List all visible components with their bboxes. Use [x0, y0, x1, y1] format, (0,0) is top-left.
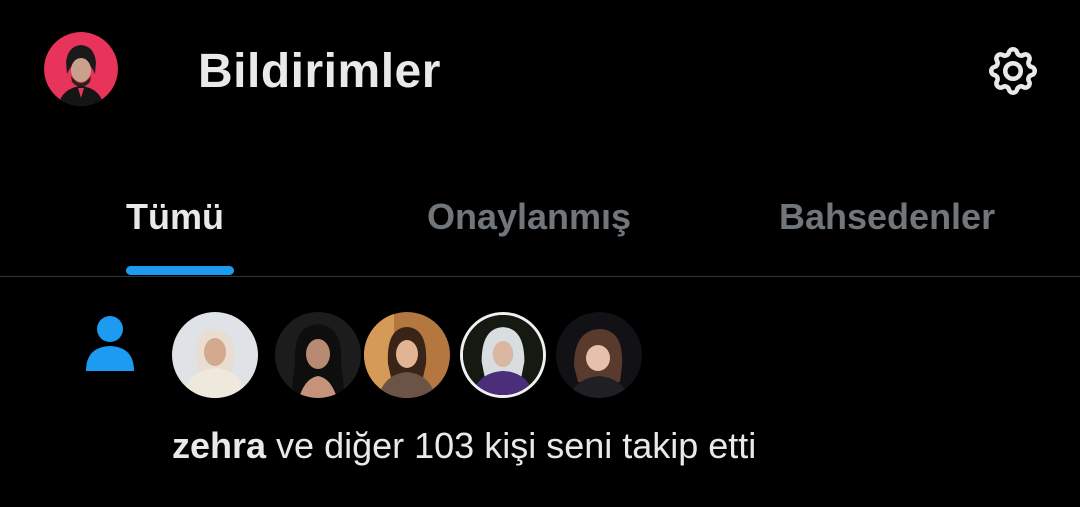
tab-mentions[interactable]: Bahsedenler — [779, 196, 995, 238]
tab-verified[interactable]: Onaylanmış — [427, 196, 631, 238]
header: Bildirimler — [0, 0, 1080, 150]
follower-avatar[interactable] — [172, 312, 258, 398]
page-title: Bildirimler — [198, 45, 441, 98]
follower-avatar[interactable] — [364, 312, 450, 398]
follower-avatar[interactable] — [556, 312, 642, 398]
follower-avatar[interactable] — [460, 312, 546, 398]
username[interactable]: zehra — [172, 425, 266, 466]
notification-message: ve diğer 103 kişi seni takip etti — [266, 425, 757, 466]
follower-avatar[interactable] — [275, 312, 361, 398]
tab-all[interactable]: Tümü — [126, 196, 224, 238]
notification-item[interactable]: zehra ve diğer 103 kişi seni takip etti — [0, 277, 1080, 507]
person-icon — [86, 316, 134, 371]
settings-button[interactable] — [980, 38, 1046, 104]
profile-avatar[interactable] — [44, 32, 118, 106]
active-tab-indicator — [126, 266, 234, 275]
gear-icon — [988, 46, 1038, 96]
tab-bar: Tümü Onaylanmış Bahsedenler — [0, 160, 1080, 276]
notification-text: zehra ve diğer 103 kişi seni takip etti — [172, 425, 756, 467]
